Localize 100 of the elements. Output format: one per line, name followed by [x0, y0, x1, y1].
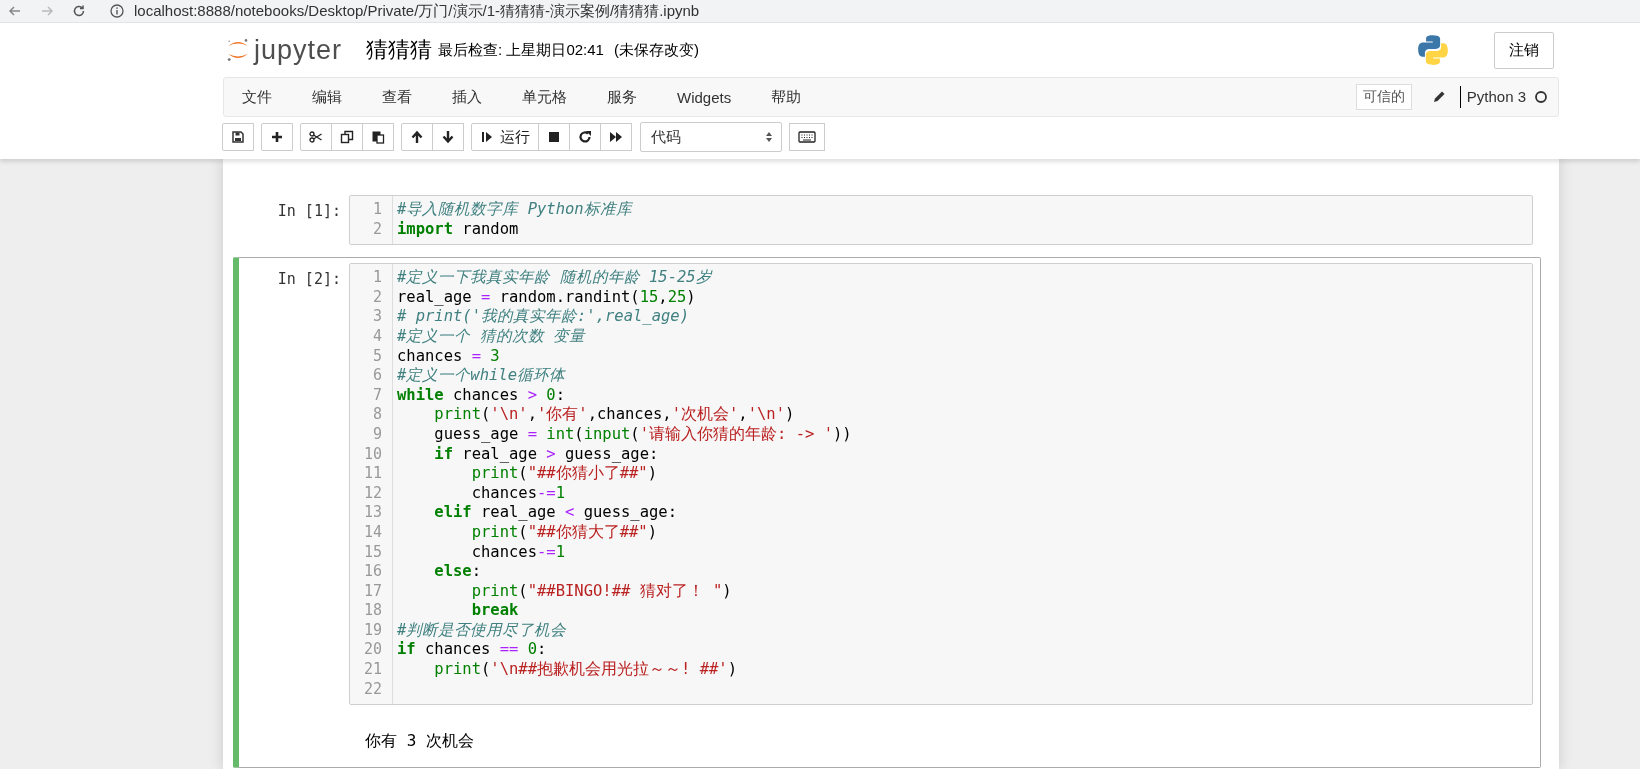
restart-icon [578, 130, 592, 144]
stop-icon [547, 130, 561, 144]
code-line: chances-=1 [470, 483, 565, 502]
code-line: print("##你猜小了##") [470, 464, 657, 483]
code-editor[interactable] [349, 263, 1533, 706]
trusted-badge[interactable]: 可信的 [1355, 84, 1412, 110]
line-number: 9 [372, 424, 382, 443]
step-icon [480, 130, 494, 144]
keyboard-button[interactable] [789, 123, 825, 151]
code-line: real_age = random.randint(15,25) [397, 287, 696, 306]
python-logo-icon [1416, 33, 1450, 67]
jupyter-logo-icon[interactable] [226, 36, 250, 64]
cell-type-dropdown[interactable]: 代码 [640, 122, 782, 152]
save-icon [231, 130, 245, 144]
plus-icon [270, 130, 284, 144]
code-line: # print('我的真实年龄:',real_age) [397, 307, 689, 326]
line-number: 1 [372, 200, 382, 218]
stop-button[interactable] [538, 123, 570, 151]
code-line: #定义一个while循环体 [397, 366, 565, 385]
code-line: else: [433, 562, 481, 581]
line-number: 15 [363, 542, 382, 561]
line-number: 16 [363, 562, 382, 581]
code-line: elif real_age < guess_age: [433, 503, 677, 522]
menu-item[interactable]: 服务 [607, 87, 637, 107]
menu-item[interactable]: 编辑 [312, 87, 342, 107]
selected-cell[interactable] [233, 257, 1541, 769]
line-number: 5 [372, 346, 382, 365]
line-number: 7 [372, 385, 382, 404]
info-icon [110, 4, 124, 18]
code-line: import random [397, 219, 519, 238]
fast-forward-button[interactable] [600, 123, 632, 151]
code-line: #导入随机数字库 Python标准库 [397, 200, 632, 218]
jupyter-wordmark[interactable]: jupyter [254, 34, 343, 66]
line-number: 4 [372, 326, 382, 345]
code-cell[interactable]: In [1]: 1 2 #导入随机数字库 Python标准库 import random [233, 189, 1541, 252]
line-number: 12 [363, 483, 382, 502]
code-line: print("##你猜大了##") [470, 522, 657, 541]
restart-button[interactable] [569, 123, 601, 151]
code-line: #定义一个 猜的次数 变量 [397, 326, 585, 345]
plus-button[interactable] [261, 123, 293, 151]
notebook-title[interactable]: 猜猜猜 [366, 35, 433, 65]
line-number: 21 [363, 660, 382, 679]
code-line: chances-=1 [470, 542, 565, 561]
line-number: 14 [363, 522, 382, 541]
pencil-icon[interactable] [1431, 90, 1446, 104]
line-number: 18 [363, 601, 382, 620]
up-arrow-button[interactable] [401, 123, 433, 151]
up-arrow-icon [410, 130, 424, 144]
code-line: print('\n','你有',chances,'次机会','\n') [433, 405, 795, 424]
menu-item[interactable]: 插入 [452, 87, 482, 107]
line-number: 19 [363, 620, 382, 639]
line-number: 1 [372, 268, 382, 287]
line-number: 2 [372, 219, 382, 238]
code-line: #定义一下我真实年龄 随机的年龄 15-25岁 [397, 268, 712, 287]
input-prompt: In [2]: [277, 270, 341, 289]
code-line: print('\n##抱歉机会用光拉～～! ##') [433, 660, 737, 679]
fast-forward-icon [609, 130, 623, 144]
paste-button[interactable] [362, 123, 394, 151]
checkpoint-text: 最后检查: 上星期日02:41 [438, 40, 604, 60]
keyboard-icon [798, 130, 816, 144]
save-button[interactable] [222, 123, 254, 151]
code-line: if chances == 0: [397, 640, 547, 659]
line-number: 6 [372, 366, 382, 385]
kernel-name: Python 3 [1459, 86, 1526, 108]
code-editor[interactable]: 1 2 #导入随机数字库 Python标准库 import random [349, 195, 1533, 246]
line-number: 10 [363, 444, 382, 463]
line-number: 20 [363, 640, 382, 659]
copy-button[interactable] [331, 123, 363, 151]
down-arrow-button[interactable] [432, 123, 464, 151]
line-number: 22 [363, 679, 382, 698]
line-number: 3 [372, 307, 382, 326]
code-line: chances = 3 [397, 346, 500, 365]
back-icon[interactable] [8, 4, 22, 18]
code-line: print("##BINGO!## 猜对了！ ") [470, 581, 732, 600]
code-line: if real_age > guess_age: [433, 444, 659, 463]
code-line: guess_age = int(input('请输入你猜的年龄: -> ')) [433, 424, 852, 443]
line-number: 2 [372, 287, 382, 306]
input-prompt: In [1]: [277, 202, 341, 220]
save-status: (未保存改变) [613, 40, 699, 60]
output-text: 你有 3 次机会 [365, 731, 474, 751]
line-number: 17 [363, 581, 382, 600]
url-text: localhost:8888/notebooks/Desktop/Private/万门/演示/1-猜猜猜-演示案例/猜猜猜.ipynb [134, 1, 700, 21]
menu-item[interactable]: Widgets [677, 88, 732, 106]
line-number: 13 [363, 503, 382, 522]
line-number: 8 [372, 405, 382, 424]
line-number: 11 [363, 464, 382, 483]
menu-item[interactable]: 文件 [242, 87, 272, 107]
scissors-button[interactable] [300, 123, 332, 151]
menu-item[interactable]: 帮助 [771, 87, 802, 107]
menu-item[interactable]: 查看 [382, 87, 412, 107]
scissors-icon [309, 130, 323, 144]
up-down-arrows-icon [765, 131, 773, 143]
copy-icon [340, 130, 354, 144]
down-arrow-icon [441, 130, 455, 144]
code-line: break [470, 601, 519, 620]
logout-button[interactable]: 注销 [1494, 31, 1554, 69]
menu-item[interactable]: 单元格 [522, 87, 567, 107]
reload-icon[interactable] [72, 4, 86, 18]
code-line: #判断是否使用尽了机会 [397, 620, 567, 639]
run-button[interactable]: 运行 [471, 123, 539, 151]
